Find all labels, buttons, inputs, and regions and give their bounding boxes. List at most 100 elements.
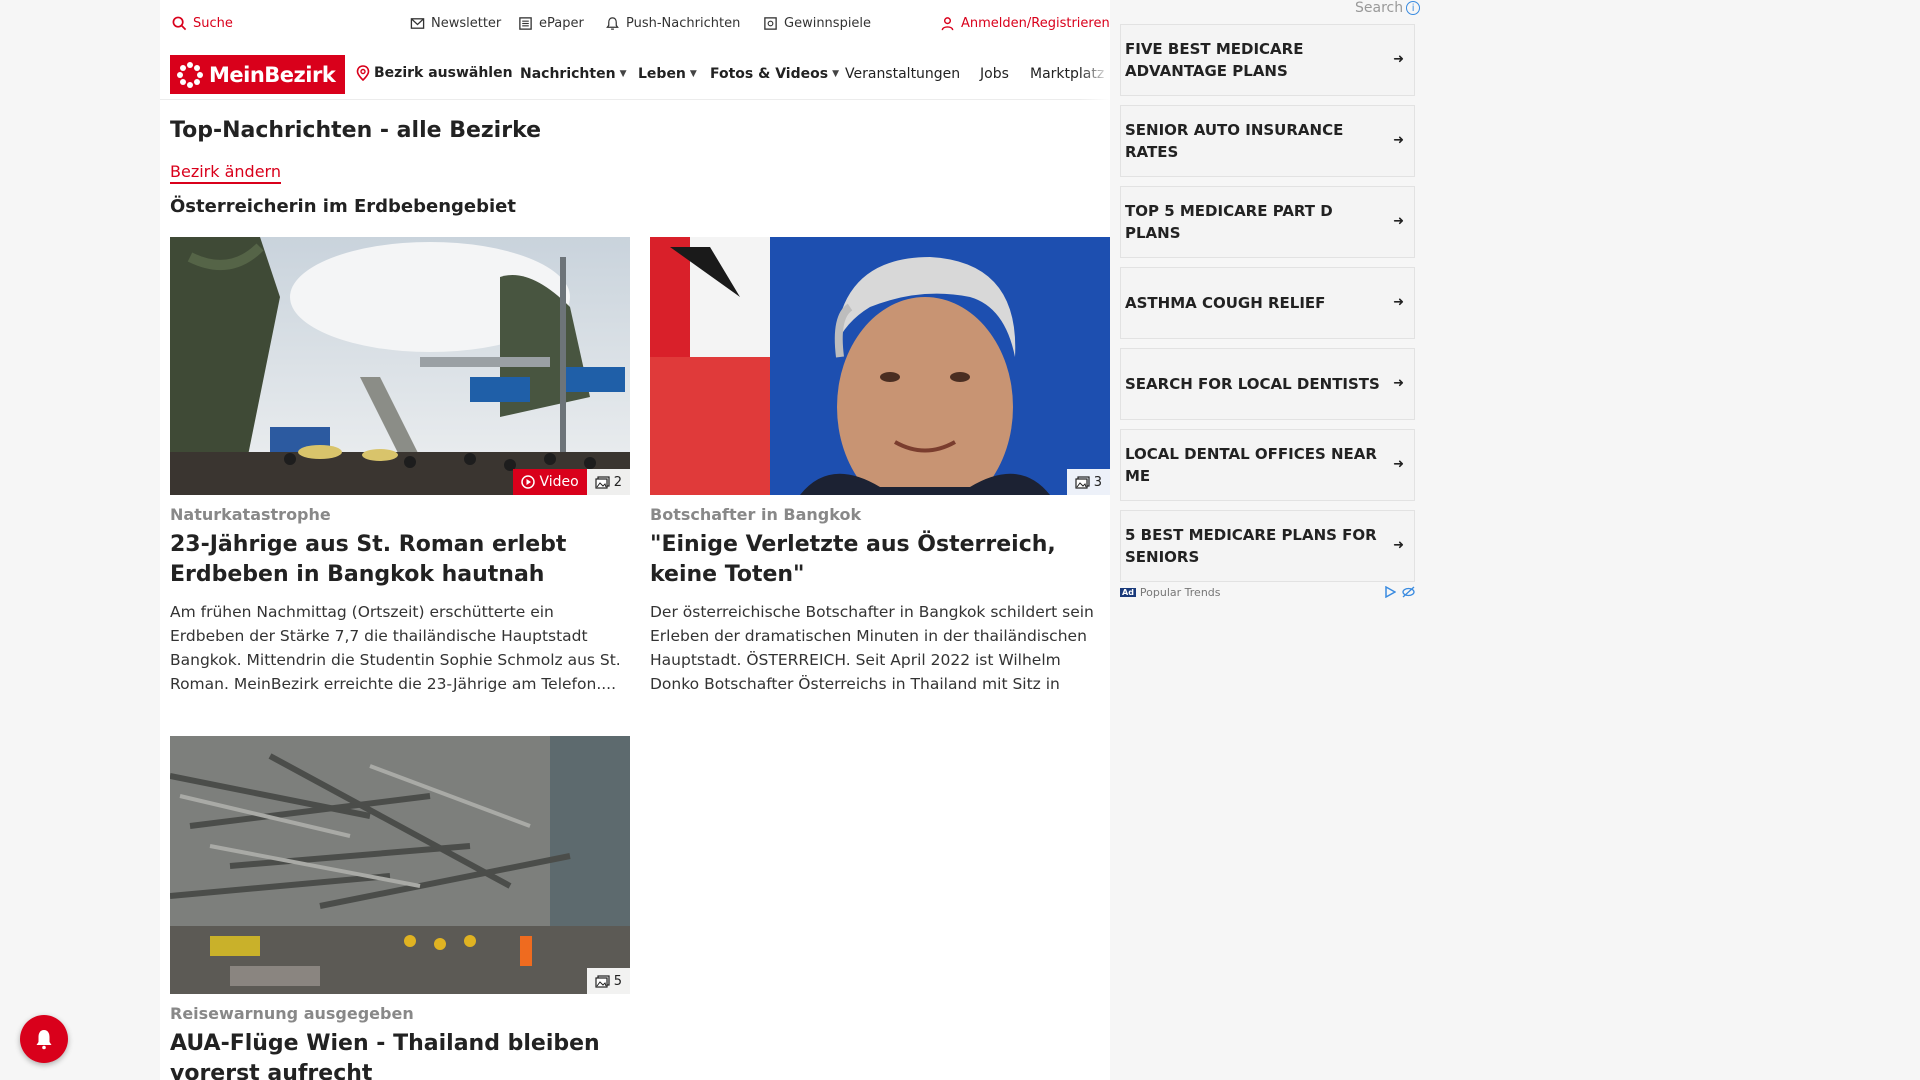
arrow-right-icon: ➜ [1393,457,1404,472]
sponsored-link-label: TOP 5 MEDICARE PART D PLANS [1125,202,1333,242]
gewinnspiele-link[interactable]: Gewinnspiele [763,14,871,32]
page-title: Top-Nachrichten - alle Bezirke [170,118,542,143]
section-subtitle: Österreicherin im Erdbebengebiet [170,196,516,217]
newsletter-link[interactable]: Newsletter [410,14,501,32]
hide-ad-icon[interactable] [1402,586,1415,598]
nav-item-nachrichten[interactable]: Nachrichten ▼ [520,66,626,82]
gallery-icon [595,974,610,988]
chevron-down-icon: ▼ [619,69,627,79]
nav-item-label: Veranstaltungen [845,66,961,82]
ad-footer-label: Popular Trends [1139,585,1221,599]
select-bezirk-button[interactable]: Bezirk auswählen [356,65,513,81]
arrow-right-icon: ➜ [1393,538,1404,553]
ad-choice-icons[interactable] [1384,586,1415,598]
sponsored-link-list: FIVE BEST MEDICARE ADVANTAGE PLANS ➜ SENI… [1120,24,1415,591]
ambassador-portrait-photo [650,237,1110,495]
video-label: Video [539,474,579,490]
article-headline[interactable]: AUA-Flüge Wien - Thailand bleiben vorers… [170,1029,630,1080]
sponsored-link-label: SENIOR AUTO INSURANCE RATES [1125,121,1344,161]
nav-item-jobs[interactable]: Jobs [980,66,1009,82]
arrow-right-icon: ➜ [1393,133,1404,148]
sponsored-link[interactable]: LOCAL DENTAL OFFICES NEAR ME ➜ [1120,429,1415,501]
sponsored-link[interactable]: SENIOR AUTO INSURANCE RATES ➜ [1120,105,1415,177]
arrow-right-icon: ➜ [1393,376,1404,391]
main-navigation: MeinBezirk Bezirk auswählen Nachrichten … [160,46,1110,100]
sponsored-link[interactable]: FIVE BEST MEDICARE ADVANTAGE PLANS ➜ [1120,24,1415,96]
arrow-right-icon: ➜ [1393,295,1404,310]
article-kicker: Botschafter in Bangkok [650,505,862,524]
nav-item-label: Leben [638,66,686,82]
article-image[interactable]: 5 [170,736,630,994]
gallery-count: 2 [613,474,622,490]
newspaper-icon [519,16,532,30]
sponsored-link-label: SEARCH FOR LOCAL DENTISTS [1125,375,1380,393]
gallery-count: 3 [1093,474,1102,490]
collapsed-building-photo [170,736,630,994]
sponsored-link[interactable]: SEARCH FOR LOCAL DENTISTS ➜ [1120,348,1415,420]
chevron-down-icon: ▼ [689,69,697,79]
newsletter-label: Newsletter [431,15,502,31]
article-teaser: Am frühen Nachmittag (Ortszeit) erschütt… [170,603,621,693]
gallery-icon [595,475,610,489]
article-image[interactable]: Video 2 [170,237,630,495]
location-pin-icon [356,65,370,81]
logo-flower-icon [177,61,203,88]
article-card[interactable]: 5 Reisewarnung ausgegeben AUA-Flüge Wien… [170,736,630,1080]
info-icon[interactable]: i [1406,1,1421,15]
video-badge[interactable]: Video [513,469,587,495]
gallery-icon [1075,475,1090,489]
nav-fade-overlay [1080,46,1110,100]
article-image[interactable]: 3 [650,237,1110,495]
article-card[interactable]: 3 Botschafter in Bangkok "Einige Verletz… [650,237,1110,696]
sponsored-link[interactable]: ASTHMA COUGH RELIEF ➜ [1120,267,1415,339]
sponsored-link-label: ASTHMA COUGH RELIEF [1125,294,1326,312]
play-circle-icon [521,475,536,489]
main-page: Suche Newsletter ePaper Push-Nachrichten… [160,0,1110,1080]
bell-icon [36,1030,52,1050]
gewinnspiele-label: Gewinnspiele [784,15,872,31]
sponsored-link-label: 5 BEST MEDICARE PLANS FOR SENIORS [1125,526,1377,566]
sponsored-link[interactable]: 5 BEST MEDICARE PLANS FOR SENIORS ➜ [1120,510,1415,582]
search-link[interactable]: Suche [172,14,233,32]
article-headline[interactable]: 23-Jährige aus St. Roman erlebt Erdbeben… [170,530,630,590]
search-label: Suche [193,15,233,31]
meinbezirk-logo[interactable]: MeinBezirk [170,55,345,94]
search-icon [172,16,187,30]
push-notifications-link[interactable]: Push-Nachrichten [605,14,740,32]
ad-search-text: Search [1355,0,1404,16]
epaper-link[interactable]: ePaper [518,14,584,32]
chevron-down-icon: ▼ [832,69,839,79]
notification-bell-button[interactable] [20,1015,68,1063]
select-bezirk-label: Bezirk auswählen [374,65,513,81]
arrow-right-icon: ➜ [1393,214,1404,229]
epaper-label: ePaper [539,15,584,31]
media-badges: 3 [1066,469,1110,495]
ad-search-label[interactable]: Search i [1355,0,1421,16]
gallery-badge[interactable]: 3 [1066,469,1110,495]
nav-item-fotos-videos[interactable]: Fotos & Videos ▼ [710,66,839,82]
utility-bar: Suche Newsletter ePaper Push-Nachrichten… [160,0,1110,46]
nav-item-leben[interactable]: Leben ▼ [638,66,697,82]
sponsored-link[interactable]: TOP 5 MEDICARE PART D PLANS ➜ [1120,186,1415,258]
article-headline[interactable]: "Einige Verletzte aus Österreich, keine … [650,530,1110,590]
article-kicker: Reisewarnung ausgegeben [170,1004,414,1023]
ad-tag: Ad [1120,587,1136,597]
mail-icon [410,17,425,29]
article-kicker: Naturkatastrophe [170,505,331,524]
gallery-badge[interactable]: 2 [586,469,630,495]
push-label: Push-Nachrichten [626,15,741,31]
article-card[interactable]: Video 2 Naturkatastrophe 23-Jährige aus … [170,237,630,696]
login-link[interactable]: Anmelden/Registrieren [940,14,1110,32]
ad-footer: Ad Popular Trends [1120,584,1415,600]
adchoices-play-icon[interactable] [1384,586,1396,598]
nav-item-veranstaltungen[interactable]: Veranstaltungen [845,66,960,82]
logo-text: MeinBezirk [209,62,336,87]
media-badges: Video 2 [513,469,630,495]
gallery-badge[interactable]: 5 [586,968,630,994]
change-bezirk-link[interactable]: Bezirk ändern [170,162,281,184]
user-icon [941,16,954,30]
bell-icon [606,16,619,30]
article-teaser: Der österreichische Botschafter in Bangk… [650,603,1094,693]
nav-item-label: Jobs [980,66,1009,82]
nav-item-label: Nachrichten [520,66,616,82]
